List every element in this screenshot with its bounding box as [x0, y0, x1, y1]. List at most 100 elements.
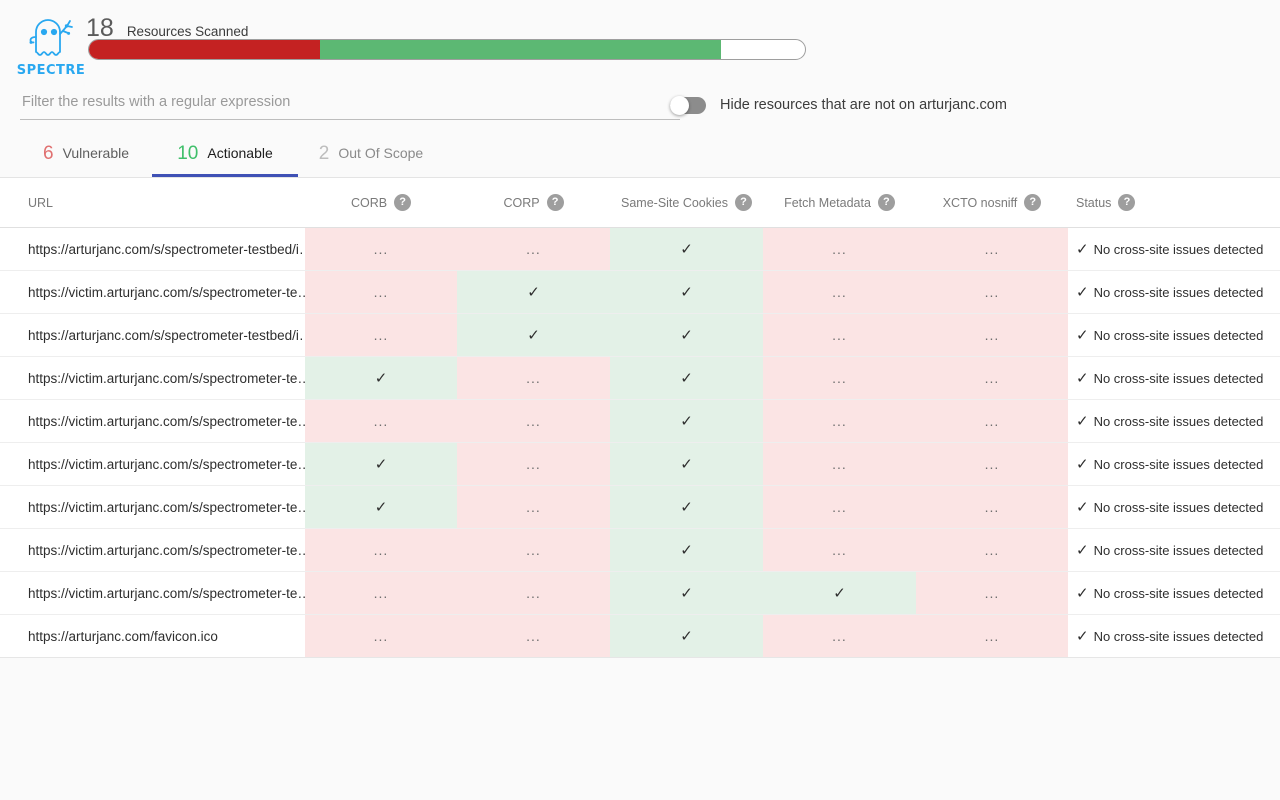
cell-ssc[interactable]: ✓: [610, 271, 763, 313]
cell-fm[interactable]: ...: [763, 357, 916, 399]
column-header-url[interactable]: URL: [0, 196, 305, 210]
cell-ssc[interactable]: ✓: [610, 529, 763, 571]
cell-fm[interactable]: ...: [763, 443, 916, 485]
table-row[interactable]: https://victim.arturjanc.com/s/spectrome…: [0, 572, 1280, 615]
help-icon-same-site-cookies[interactable]: ?: [735, 194, 752, 211]
cell-fm[interactable]: ...: [763, 228, 916, 270]
cell-xcto[interactable]: ...: [916, 228, 1068, 270]
column-header-xcto-nosniff[interactable]: XCTO nosniff ?: [916, 194, 1068, 211]
column-header-same-site-cookies[interactable]: Same-Site Cookies ?: [610, 194, 763, 211]
cell-url[interactable]: https://victim.arturjanc.com/s/spectrome…: [0, 400, 305, 442]
cell-corb[interactable]: ...: [305, 314, 457, 356]
column-header-fetch-metadata[interactable]: Fetch Metadata ?: [763, 194, 916, 211]
cell-corp[interactable]: ✓: [457, 314, 610, 356]
cell-corp[interactable]: ...: [457, 615, 610, 657]
cell-status[interactable]: ✓ No cross-site issues detected: [1068, 228, 1280, 270]
cell-status[interactable]: ✓ No cross-site issues detected: [1068, 572, 1280, 614]
cell-corb[interactable]: ...: [305, 228, 457, 270]
help-icon-corp[interactable]: ?: [546, 194, 564, 211]
cell-fm[interactable]: ...: [763, 400, 916, 442]
cell-url[interactable]: https://victim.arturjanc.com/s/spectrome…: [0, 271, 305, 313]
cell-ssc[interactable]: ✓: [610, 572, 763, 614]
cell-url[interactable]: https://victim.arturjanc.com/s/spectrome…: [0, 486, 305, 528]
cell-corp[interactable]: ...: [457, 228, 610, 270]
cell-url[interactable]: https://victim.arturjanc.com/s/spectrome…: [0, 572, 305, 614]
cell-fm[interactable]: ...: [763, 486, 916, 528]
ellipsis-icon: ...: [373, 628, 389, 644]
table-row[interactable]: https://arturjanc.com/s/spectrometer-tes…: [0, 314, 1280, 357]
cell-xcto[interactable]: ...: [916, 271, 1068, 313]
cell-url[interactable]: https://arturjanc.com/s/spectrometer-tes…: [0, 228, 305, 270]
cell-ssc[interactable]: ✓: [610, 443, 763, 485]
cell-corp[interactable]: ...: [457, 443, 610, 485]
table-row[interactable]: https://victim.arturjanc.com/s/spectrome…: [0, 486, 1280, 529]
cell-corp[interactable]: ...: [457, 357, 610, 399]
tab-actionable[interactable]: 10 Actionable: [152, 129, 298, 177]
filter-input[interactable]: [20, 90, 680, 120]
cell-url[interactable]: https://victim.arturjanc.com/s/spectrome…: [0, 443, 305, 485]
column-header-status[interactable]: Status ?: [1068, 194, 1280, 211]
cell-xcto[interactable]: ...: [916, 529, 1068, 571]
cell-xcto[interactable]: ...: [916, 443, 1068, 485]
cell-corb[interactable]: ✓: [305, 357, 457, 399]
cell-corb[interactable]: ✓: [305, 443, 457, 485]
help-icon-fetch-metadata[interactable]: ?: [877, 194, 895, 211]
table-row[interactable]: https://victim.arturjanc.com/s/spectrome…: [0, 529, 1280, 572]
column-header-corp[interactable]: CORP ?: [457, 194, 610, 211]
cell-ssc[interactable]: ✓: [610, 486, 763, 528]
cell-status[interactable]: ✓ No cross-site issues detected: [1068, 271, 1280, 313]
cell-ssc[interactable]: ✓: [610, 400, 763, 442]
cell-status[interactable]: ✓ No cross-site issues detected: [1068, 314, 1280, 356]
cell-corp[interactable]: ...: [457, 572, 610, 614]
table-row[interactable]: https://victim.arturjanc.com/s/spectrome…: [0, 271, 1280, 314]
cell-status[interactable]: ✓ No cross-site issues detected: [1068, 400, 1280, 442]
help-icon-xcto-nosniff[interactable]: ?: [1024, 194, 1042, 211]
cell-corp[interactable]: ...: [457, 486, 610, 528]
hide-offsite-toggle[interactable]: [670, 95, 706, 115]
cell-corp[interactable]: ...: [457, 529, 610, 571]
cell-corb[interactable]: ...: [305, 529, 457, 571]
cell-ssc[interactable]: ✓: [610, 357, 763, 399]
tab-vulnerable[interactable]: 6 Vulnerable: [20, 129, 152, 177]
table-row[interactable]: https://victim.arturjanc.com/s/spectrome…: [0, 357, 1280, 400]
table-row[interactable]: https://victim.arturjanc.com/s/spectrome…: [0, 443, 1280, 486]
cell-fm[interactable]: ...: [763, 314, 916, 356]
cell-corb[interactable]: ...: [305, 615, 457, 657]
cell-xcto[interactable]: ...: [916, 615, 1068, 657]
help-icon-status[interactable]: ?: [1118, 194, 1136, 211]
cell-xcto[interactable]: ...: [916, 357, 1068, 399]
cell-url[interactable]: https://victim.arturjanc.com/s/spectrome…: [0, 529, 305, 571]
cell-ssc[interactable]: ✓: [610, 314, 763, 356]
cell-xcto[interactable]: ...: [916, 486, 1068, 528]
cell-fm[interactable]: ✓: [763, 572, 916, 614]
cell-status[interactable]: ✓ No cross-site issues detected: [1068, 615, 1280, 657]
cell-url[interactable]: https://arturjanc.com/s/spectrometer-tes…: [0, 314, 305, 356]
cell-status[interactable]: ✓ No cross-site issues detected: [1068, 443, 1280, 485]
cell-corb[interactable]: ...: [305, 400, 457, 442]
cell-xcto[interactable]: ...: [916, 314, 1068, 356]
cell-xcto[interactable]: ...: [916, 400, 1068, 442]
cell-corp[interactable]: ...: [457, 400, 610, 442]
table-row[interactable]: https://victim.arturjanc.com/s/spectrome…: [0, 400, 1280, 443]
cell-ssc[interactable]: ✓: [610, 228, 763, 270]
cell-xcto[interactable]: ...: [916, 572, 1068, 614]
cell-fm[interactable]: ...: [763, 271, 916, 313]
table-row[interactable]: https://arturjanc.com/favicon.ico...... ✓…: [0, 615, 1280, 658]
cell-status[interactable]: ✓ No cross-site issues detected: [1068, 529, 1280, 571]
column-header-corb[interactable]: CORB ?: [305, 194, 457, 211]
cell-corb[interactable]: ✓: [305, 486, 457, 528]
cell-fm[interactable]: ...: [763, 615, 916, 657]
cell-ssc[interactable]: ✓: [610, 615, 763, 657]
cell-url[interactable]: https://victim.arturjanc.com/s/spectrome…: [0, 357, 305, 399]
cell-url[interactable]: https://arturjanc.com/favicon.ico: [0, 615, 305, 657]
hide-offsite-toggle-group[interactable]: Hide resources that are not on arturjanc…: [670, 92, 1007, 118]
table-row[interactable]: https://arturjanc.com/s/spectrometer-tes…: [0, 228, 1280, 271]
help-icon-corb[interactable]: ?: [394, 194, 412, 211]
cell-fm[interactable]: ...: [763, 529, 916, 571]
cell-corb[interactable]: ...: [305, 271, 457, 313]
cell-status[interactable]: ✓ No cross-site issues detected: [1068, 486, 1280, 528]
tab-out-of-scope[interactable]: 2 Out Of Scope: [298, 129, 444, 177]
cell-corb[interactable]: ...: [305, 572, 457, 614]
cell-status[interactable]: ✓ No cross-site issues detected: [1068, 357, 1280, 399]
cell-corp[interactable]: ✓: [457, 271, 610, 313]
